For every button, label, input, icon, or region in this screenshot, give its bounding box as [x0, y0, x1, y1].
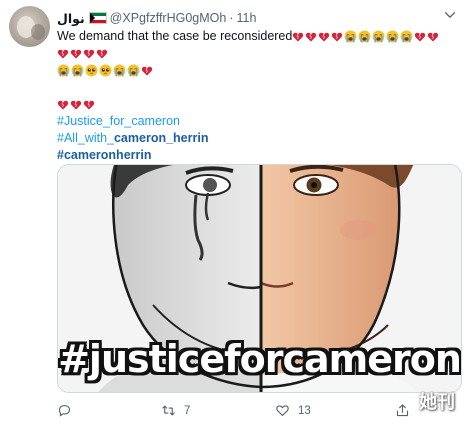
text-line-1: We demand that the case be reconsidered	[57, 28, 462, 45]
broken-heart-icon	[83, 48, 95, 60]
retweet-button[interactable]: 7	[161, 403, 190, 418]
text-line-3	[57, 62, 462, 79]
author-handle[interactable]: @XPgfzffrHG0gMOh	[110, 11, 227, 25]
broken-heart-icon	[70, 99, 82, 111]
media-image[interactable]: #justiceforcameron	[57, 164, 462, 393]
loudly-crying-face-icon	[344, 30, 357, 43]
hashtag-line-3: #cameronherrin	[57, 147, 462, 164]
tweet-sentence: We demand that the case be reconsidered	[57, 29, 293, 43]
share-icon	[396, 404, 409, 417]
hashtag-prefix: #All_with_	[57, 131, 114, 145]
hashtag-cameronherrin[interactable]: #cameronherrin	[57, 147, 151, 164]
broken-heart-icon	[292, 31, 304, 43]
retweet-icon	[162, 405, 175, 416]
pleading-face-icon	[85, 64, 98, 77]
loudly-crying-face-icon	[113, 64, 126, 77]
retweet-count: 7	[184, 404, 191, 417]
like-button[interactable]: 13	[275, 403, 311, 418]
hashtag-line-2: #All_with_cameron_herrin	[57, 130, 462, 147]
broken-heart-icon	[141, 65, 153, 77]
hashtag-line-1: #Justice_for_cameron	[57, 113, 462, 130]
reply-button[interactable]	[57, 403, 80, 418]
text-line-2	[57, 45, 462, 62]
loudly-crying-face-icon	[400, 30, 413, 43]
share-button[interactable]	[395, 403, 418, 418]
kuwait-flag-icon	[88, 12, 107, 24]
author-name[interactable]: نوال	[57, 11, 85, 26]
separator-dot: ·	[229, 11, 234, 25]
broken-heart-icon	[414, 31, 426, 43]
broken-heart-icon	[57, 99, 69, 111]
loudly-crying-face-icon	[358, 30, 371, 43]
tweet-text: We demand that the case be reconsidered	[57, 28, 462, 164]
broken-heart-icon	[70, 48, 82, 60]
loudly-crying-face-icon	[127, 64, 140, 77]
media-overlay-hashtag: #justiceforcameron	[58, 337, 461, 381]
heart-outline-icon	[276, 405, 289, 417]
loudly-crying-face-icon	[57, 64, 70, 77]
hashtag-bold-part: cameron_herrin	[113, 131, 209, 145]
pleading-face-icon	[99, 64, 112, 77]
tweet-actions: 7 13	[57, 403, 457, 421]
hashtag-all-with-cameron-herrin[interactable]: #All_with_cameron_herrin	[57, 130, 208, 147]
more-options-icon[interactable]	[443, 8, 457, 22]
broken-heart-icon	[96, 48, 108, 60]
reply-icon	[58, 404, 71, 417]
hashtag-justice-for-cameron[interactable]: #Justice_for_cameron	[57, 113, 180, 130]
loudly-crying-face-icon	[372, 30, 385, 43]
avatar[interactable]	[9, 6, 50, 47]
broken-heart-icon	[331, 31, 343, 43]
like-count: 13	[298, 404, 311, 417]
broken-heart-icon	[83, 99, 95, 111]
tweet-card[interactable]: نوال @XPgfzffrHG0gMOh · 11h We demand th…	[0, 0, 469, 424]
text-line-4	[57, 96, 462, 113]
tweet-header: نوال @XPgfzffrHG0gMOh · 11h	[57, 10, 256, 26]
tweet-timestamp[interactable]: 11h	[237, 11, 257, 25]
broken-heart-icon	[305, 31, 317, 43]
broken-heart-icon	[318, 31, 330, 43]
loudly-crying-face-icon	[71, 64, 84, 77]
broken-heart-icon	[427, 31, 439, 43]
broken-heart-icon	[57, 48, 69, 60]
loudly-crying-face-icon	[386, 30, 399, 43]
